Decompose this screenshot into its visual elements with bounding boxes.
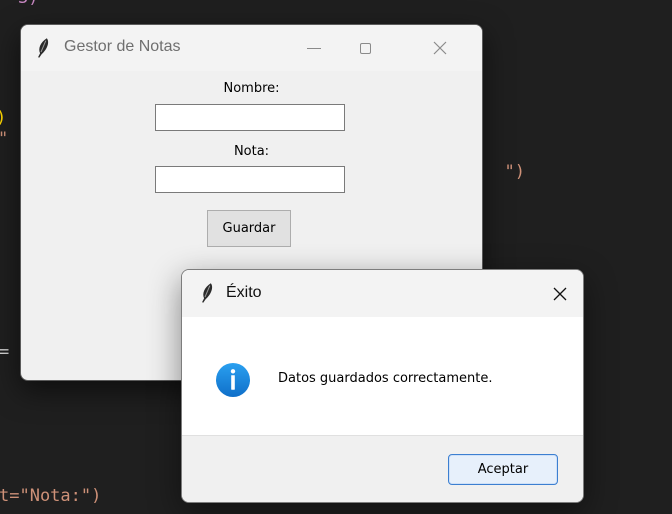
feather-icon (202, 283, 213, 303)
dialog-title: Éxito (226, 284, 262, 301)
code-fragment-quote-paren-right-text: ") (504, 162, 525, 182)
name-label: Nombre: (223, 81, 280, 96)
accept-button[interactable]: Aceptar (448, 454, 558, 485)
code-fragment-bottom: t="Nota:") (0, 486, 102, 506)
main-window-titlebar[interactable]: Gestor de Notas (21, 25, 482, 71)
maximize-button[interactable] (342, 25, 388, 71)
grade-input[interactable] (155, 166, 345, 193)
grade-label: Nota: (233, 144, 270, 159)
save-button[interactable]: Guardar (207, 210, 291, 247)
success-dialog: Éxito Datos guardados correctamente. Ace… (181, 269, 584, 503)
code-fragment-quote-paren-right: ") (484, 142, 525, 182)
minimize-button[interactable] (291, 25, 337, 71)
dialog-footer: Aceptar (182, 435, 583, 502)
code-fragment-top: 3) (18, 0, 38, 8)
info-icon (216, 363, 250, 397)
main-window-title: Gestor de Notas (64, 38, 181, 55)
dialog-message: Datos guardados correctamente. (278, 371, 493, 386)
feather-icon (38, 38, 49, 58)
close-icon (553, 287, 567, 300)
dialog-titlebar[interactable]: Éxito (182, 270, 583, 317)
dialog-body: Datos guardados correctamente. (182, 317, 583, 436)
close-icon (433, 41, 447, 55)
code-fragment-quote-left: " (0, 129, 8, 149)
code-fragment-equals-left: = (0, 342, 10, 362)
code-fragment-paren-left: ) (0, 108, 6, 128)
maximize-icon (359, 42, 371, 54)
minimize-icon (307, 47, 321, 49)
name-input[interactable] (155, 104, 345, 131)
dialog-close-button[interactable] (537, 270, 583, 317)
close-button[interactable] (417, 25, 463, 71)
